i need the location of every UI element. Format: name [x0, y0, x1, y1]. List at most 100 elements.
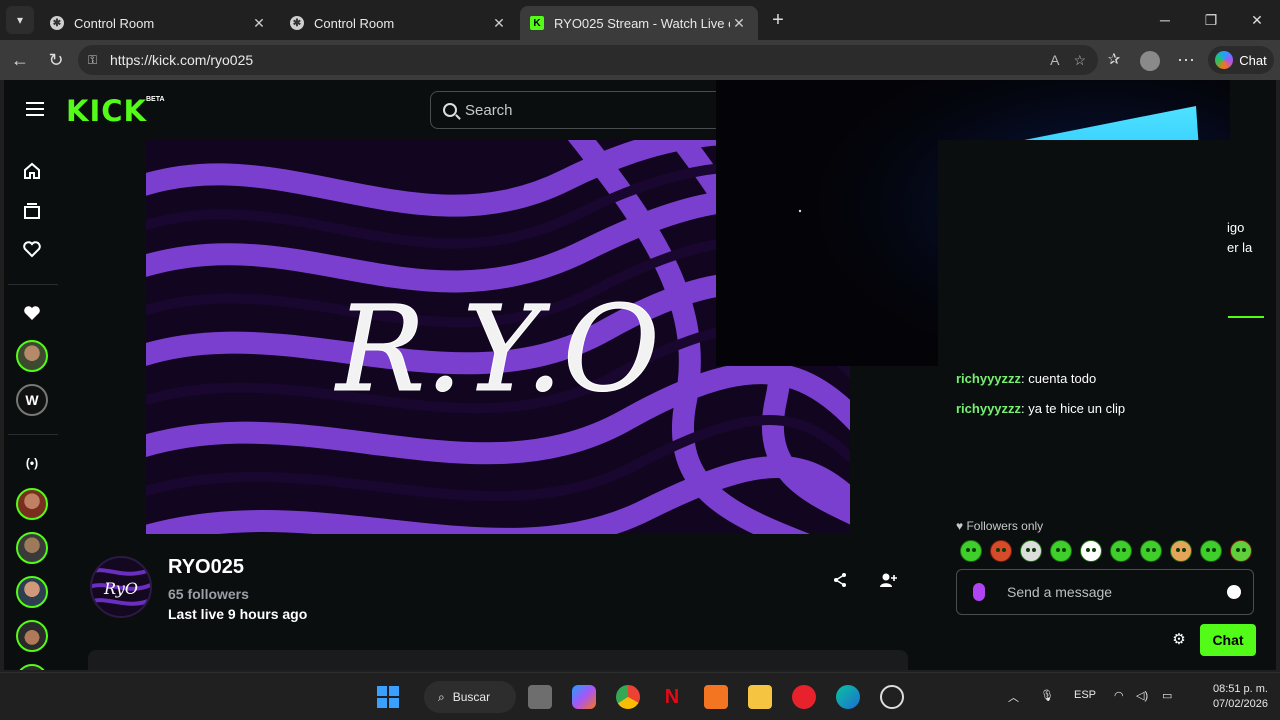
- taskbar-search[interactable]: ⌕ Buscar: [424, 681, 516, 713]
- edge-icon[interactable]: [836, 685, 860, 709]
- chrome-icon[interactable]: [616, 685, 640, 709]
- emote-icon[interactable]: [1050, 540, 1072, 562]
- volume-icon[interactable]: ◁): [1136, 689, 1148, 702]
- copilot-app-icon[interactable]: [572, 685, 596, 709]
- chat-message: richyyyzzz: ya te hice un clip: [956, 401, 1125, 416]
- close-tab-2-icon[interactable]: ✕: [490, 15, 508, 32]
- obs-studio-icon[interactable]: [880, 685, 904, 709]
- browser-toolbar: ← ↻ ⚿ https://kick.com/ryo025 A ☆ ✰ ⋯ Ch…: [0, 40, 1280, 80]
- search-icon: [443, 103, 457, 117]
- microphone-icon[interactable]: [973, 583, 985, 601]
- close-tab-1-icon[interactable]: ✕: [250, 15, 268, 32]
- taskbar-search-label: Buscar: [452, 690, 491, 704]
- system-clock[interactable]: 08:51 p. m. 07/02/2026: [1196, 682, 1268, 712]
- share-icon[interactable]: [828, 572, 852, 596]
- browser-tab-3[interactable]: K RYO025 Stream - Watch Live on Ki ✕: [520, 6, 758, 40]
- channel-name[interactable]: RYO025: [168, 556, 244, 579]
- chat-username[interactable]: richyyyzzz: [956, 371, 1021, 386]
- recommended-channel-avatar[interactable]: [16, 664, 48, 670]
- recommended-channel-avatar[interactable]: [16, 576, 48, 608]
- chat-message-input[interactable]: Send a message: [956, 569, 1254, 615]
- url-text: https://kick.com/ryo025: [110, 52, 254, 68]
- chat-message-text: : ya te hice un clip: [1021, 401, 1126, 416]
- sidebar-divider: [8, 434, 58, 435]
- crunchyroll-icon[interactable]: [704, 685, 728, 709]
- minimize-button[interactable]: ─: [1150, 8, 1180, 32]
- back-button[interactable]: ←: [8, 48, 32, 72]
- more-options-icon[interactable]: ⋯: [1174, 48, 1198, 72]
- emote-icon[interactable]: [990, 540, 1012, 562]
- refresh-button[interactable]: ↻: [44, 48, 68, 72]
- favorite-icon[interactable]: [21, 304, 43, 326]
- profile-avatar[interactable]: [1138, 48, 1162, 72]
- live-icon[interactable]: (•): [21, 452, 43, 474]
- hamburger-menu-icon[interactable]: [26, 102, 44, 116]
- chat-message-text: : cuenta todo: [1021, 371, 1097, 386]
- avatar-text: RyO: [103, 579, 138, 598]
- chat-progress-line: [1228, 316, 1264, 318]
- browser-tab-1[interactable]: ✱ Control Room ✕: [40, 6, 278, 40]
- left-sidebar: W (•): [4, 140, 60, 670]
- browser-tab-1-title: Control Room: [74, 15, 155, 31]
- emote-icon[interactable]: [1140, 540, 1162, 562]
- input-language[interactable]: ESP: [1074, 689, 1096, 701]
- emote-icon[interactable]: [1020, 540, 1042, 562]
- kick-logo[interactable]: KICK: [66, 94, 147, 128]
- youtube-music-icon[interactable]: [792, 685, 816, 709]
- emote-icon[interactable]: [1080, 540, 1102, 562]
- last-live-status: Last live 9 hours ago: [168, 606, 308, 622]
- show-hidden-icons-chevron-icon[interactable]: ︿: [1008, 689, 1019, 705]
- address-bar[interactable]: ⚿ https://kick.com/ryo025 A ☆: [78, 45, 1098, 75]
- channel-tabs-bar: [88, 650, 908, 670]
- recommended-channel-avatar[interactable]: [16, 620, 48, 652]
- chat-panel: igo er la richyyyzzz: cuenta todo richyy…: [938, 140, 1276, 670]
- recommended-channel-avatar[interactable]: [16, 532, 48, 564]
- chat-username[interactable]: richyyyzzz: [956, 401, 1021, 416]
- recommended-channel-avatar[interactable]: [16, 488, 48, 520]
- search-icon: ⌕: [438, 689, 445, 704]
- tab-actions-menu-button[interactable]: ▾: [6, 6, 34, 34]
- search-placeholder: Search: [465, 101, 513, 119]
- chat-send-button[interactable]: Chat: [1200, 624, 1256, 656]
- wifi-icon[interactable]: ◠: [1114, 689, 1124, 702]
- chevron-down-icon: ▾: [16, 13, 24, 27]
- channel-avatar[interactable]: RyO: [90, 556, 152, 618]
- emote-icon[interactable]: [1200, 540, 1222, 562]
- file-explorer-icon[interactable]: [748, 685, 772, 709]
- microphone-icon[interactable]: 🎙: [1040, 689, 1054, 702]
- favorite-star-icon[interactable]: ☆: [1073, 52, 1086, 69]
- following-icon[interactable]: [21, 240, 43, 262]
- copilot-label: Chat: [1239, 52, 1267, 68]
- chat-text-fragment: er la: [1227, 240, 1253, 255]
- kick-favicon-icon: K: [530, 16, 544, 30]
- chat-settings-gear-icon[interactable]: ⚙: [1170, 631, 1188, 649]
- task-view-icon[interactable]: [528, 685, 552, 709]
- home-icon[interactable]: [21, 162, 43, 184]
- emote-icon[interactable]: [1170, 540, 1192, 562]
- battery-icon[interactable]: ▭: [1162, 689, 1172, 702]
- browser-tab-2-title: Control Room: [314, 15, 395, 31]
- emote-icon[interactable]: [1230, 540, 1252, 562]
- browser-tab-3-title: RYO025 Stream - Watch Live on Ki: [554, 15, 730, 31]
- close-tab-3-icon[interactable]: ✕: [730, 15, 748, 32]
- copilot-chat-button[interactable]: Chat: [1208, 46, 1274, 74]
- emote-icon[interactable]: [960, 540, 982, 562]
- followers-only-label: Followers only: [966, 519, 1044, 533]
- windows-start-icon[interactable]: [376, 685, 400, 709]
- restore-button[interactable]: ❐: [1196, 8, 1226, 32]
- close-window-button[interactable]: ✕: [1242, 8, 1272, 32]
- site-info-icon[interactable]: ⚿: [88, 53, 102, 68]
- favorites-icon[interactable]: ✰: [1102, 48, 1126, 72]
- read-aloud-icon[interactable]: A: [1050, 52, 1059, 69]
- emoji-picker-icon[interactable]: [1227, 585, 1241, 599]
- browse-icon[interactable]: [21, 202, 43, 224]
- followed-channel-avatar[interactable]: W: [16, 384, 48, 416]
- emote-icon[interactable]: [1110, 540, 1132, 562]
- search-input[interactable]: Search: [430, 91, 730, 129]
- browser-tab-2[interactable]: ✱ Control Room ✕: [280, 6, 518, 40]
- follow-user-icon[interactable]: [876, 572, 900, 596]
- new-tab-button[interactable]: +: [766, 8, 790, 32]
- netflix-icon[interactable]: N: [660, 685, 684, 709]
- browser-tab-strip: ▾ ✱ Control Room ✕ ✱ Control Room ✕ K RY…: [0, 0, 1280, 40]
- followed-channel-avatar[interactable]: [16, 340, 48, 372]
